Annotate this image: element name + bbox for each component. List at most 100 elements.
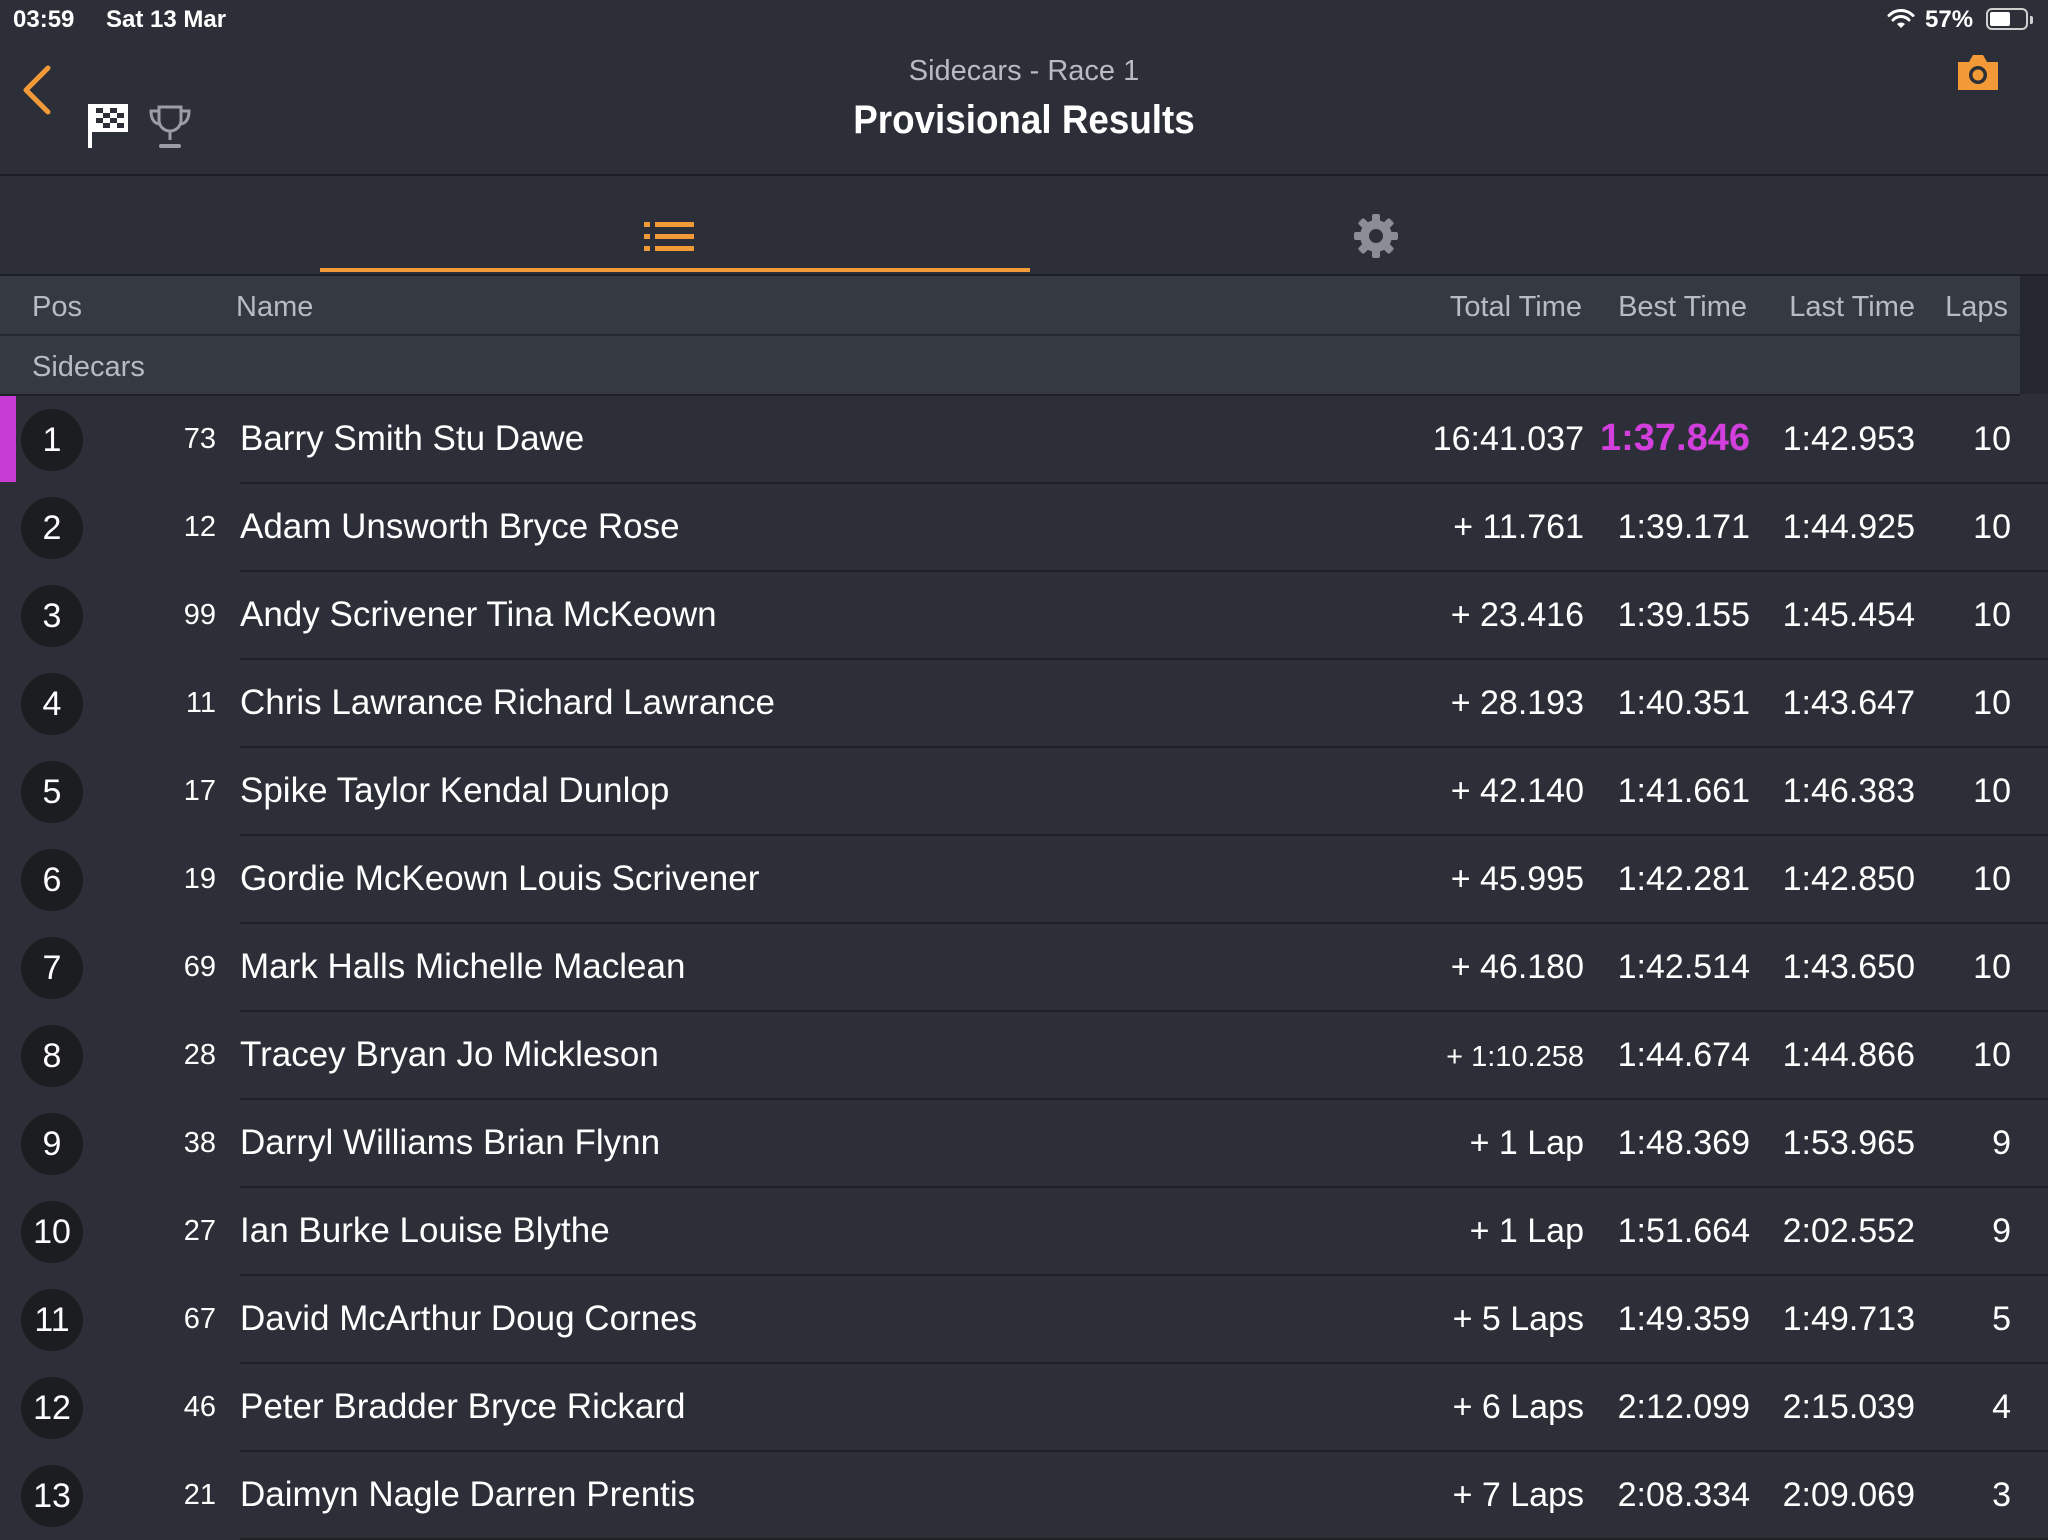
page-title: Provisional Results [853,98,1195,142]
last-time: 1:49.713 [1782,1300,1915,1338]
race-number: 38 [183,1127,216,1159]
col-last-time: Last Time [1789,291,1915,323]
rider-names: Spike Taylor Kendal Dunlop [240,771,670,810]
total-time: + 6 Laps [1452,1388,1584,1426]
total-time: + 1 Lap [1469,1124,1584,1162]
laps-count: 10 [1973,860,2011,898]
screenshot-button[interactable] [1954,52,2002,94]
table-row[interactable]: 8 28 Tracey Bryan Jo Mickleson + 1:10.258 1:… [0,1012,2048,1100]
rider-names: Adam Unsworth Bryce Rose [240,507,680,546]
total-time: + 46.180 [1450,948,1584,986]
race-number: 11 [185,687,216,719]
table-row[interactable]: 7 69 Mark Halls Michelle Maclean + 46.180 1:… [0,924,2048,1012]
total-time: + 7 Laps [1452,1476,1584,1514]
table-row[interactable]: 1 73 Barry Smith Stu Dawe 16:41.037 1:37.846… [0,396,2048,484]
view-tabs [0,176,2048,276]
total-time: + 42.140 [1450,772,1584,810]
table-row[interactable]: 5 17 Spike Taylor Kendal Dunlop + 42.140 1:4… [0,748,2048,836]
race-number: 28 [183,1039,216,1071]
laps-count: 10 [1973,772,2011,810]
class-name: Sidecars [32,351,145,383]
results-header: Sidecars - Race 1 Provisional Results [0,40,2048,176]
position-badge: 6 [21,849,83,911]
best-time: 1:39.155 [1617,596,1750,634]
camera-icon [1958,55,1998,90]
last-time: 1:46.383 [1782,772,1915,810]
best-time: 1:42.281 [1617,860,1750,898]
last-time: 2:15.039 [1782,1388,1915,1426]
total-time: + 11.761 [1453,508,1584,546]
last-time: 1:42.850 [1782,860,1915,898]
wifi-icon [1886,7,1916,36]
laps-count: 5 [1992,1300,2011,1338]
tab-settings[interactable] [1030,176,1720,272]
position-badge: 10 [21,1201,83,1263]
laps-count: 10 [1973,684,2011,722]
table-row[interactable]: 13 21 Daimyn Nagle Darren Prentis + 7 Laps 2… [0,1452,2048,1540]
table-row[interactable]: 10 27 Ian Burke Louise Blythe + 1 Lap 1:51.6… [0,1188,2048,1276]
best-time: 1:49.359 [1617,1300,1750,1338]
last-time: 2:09.069 [1782,1476,1915,1514]
best-time: 1:39.171 [1617,508,1750,546]
best-time: 2:08.334 [1617,1476,1750,1514]
table-row[interactable]: 4 11 Chris Lawrance Richard Lawrance + 28.1… [0,660,2048,748]
best-time: 1:37.846 [1599,417,1750,459]
best-time: 1:42.514 [1617,948,1750,986]
battery-icon [1986,8,2033,30]
last-time: 1:42.953 [1782,420,1915,458]
position-badge: 11 [21,1289,83,1351]
total-time: + 5 Laps [1452,1300,1584,1338]
laps-count: 4 [1992,1388,2011,1426]
total-time: + 23.416 [1450,596,1584,634]
rider-names: Daimyn Nagle Darren Prentis [240,1475,696,1514]
best-time: 1:41.661 [1617,772,1750,810]
total-time: + 1 Lap [1469,1212,1584,1250]
scrollbar[interactable] [2020,276,2048,394]
table-row[interactable]: 3 99 Andy Scrivener Tina McKeown + 23.416 1:… [0,572,2048,660]
gear-icon [1354,214,1398,258]
position-badge: 2 [21,497,83,559]
race-subtitle: Sidecars - Race 1 [908,55,1140,87]
rider-names: Ian Burke Louise Blythe [240,1211,610,1250]
total-time: + 45.995 [1450,860,1584,898]
status-date: Sat 13 Mar [106,6,227,33]
race-number: 17 [183,775,216,807]
rider-names: Peter Bradder Bryce Rickard [240,1387,686,1426]
table-row[interactable]: 9 38 Darryl Williams Brian Flynn + 1 Lap 1:4… [0,1100,2048,1188]
race-number: 21 [183,1479,216,1511]
position-badge: 4 [21,673,83,735]
position-badge: 7 [21,937,83,999]
last-time: 1:44.866 [1782,1036,1915,1074]
table-row[interactable]: 6 19 Gordie McKeown Louis Scrivener + 45.99… [0,836,2048,924]
col-laps: Laps [1945,291,2008,323]
col-total-time: Total Time [1449,291,1582,323]
table-row[interactable]: 11 67 David McArthur Doug Cornes + 5 Laps 1:… [0,1276,2048,1364]
col-pos: Pos [32,291,82,323]
rider-names: Mark Halls Michelle Maclean [240,947,686,986]
position-badge: 9 [21,1113,83,1175]
race-number: 73 [183,423,216,455]
rider-names: Barry Smith Stu Dawe [240,419,585,458]
col-name: Name [236,291,314,323]
position-badge: 8 [21,1025,83,1087]
rider-names: Darryl Williams Brian Flynn [240,1123,661,1162]
total-time: + 28.193 [1450,684,1584,722]
col-best-time: Best Time [1618,291,1747,323]
position-badge: 3 [21,585,83,647]
laps-count: 10 [1973,596,2011,634]
tab-results-list[interactable] [320,176,1030,272]
total-time: + 1:10.258 [1446,1041,1584,1073]
rider-names: Chris Lawrance Richard Lawrance [240,683,775,722]
laps-count: 10 [1973,508,2011,546]
rider-names: David McArthur Doug Cornes [240,1299,698,1338]
table-row[interactable]: 2 12 Adam Unsworth Bryce Rose + 11.761 1:39.… [0,484,2048,572]
laps-count: 10 [1973,948,2011,986]
best-time: 1:48.369 [1617,1124,1750,1162]
last-time: 1:43.650 [1782,948,1915,986]
best-time: 1:51.664 [1617,1212,1750,1250]
column-headers: Pos Name Total Time Best Time Last Time … [0,276,2020,336]
table-row[interactable]: 12 46 Peter Bradder Bryce Rickard + 6 Laps 2… [0,1364,2048,1452]
battery-percent: 57% [1925,6,1974,33]
laps-count: 3 [1992,1476,2011,1514]
best-time: 1:44.674 [1617,1036,1750,1074]
